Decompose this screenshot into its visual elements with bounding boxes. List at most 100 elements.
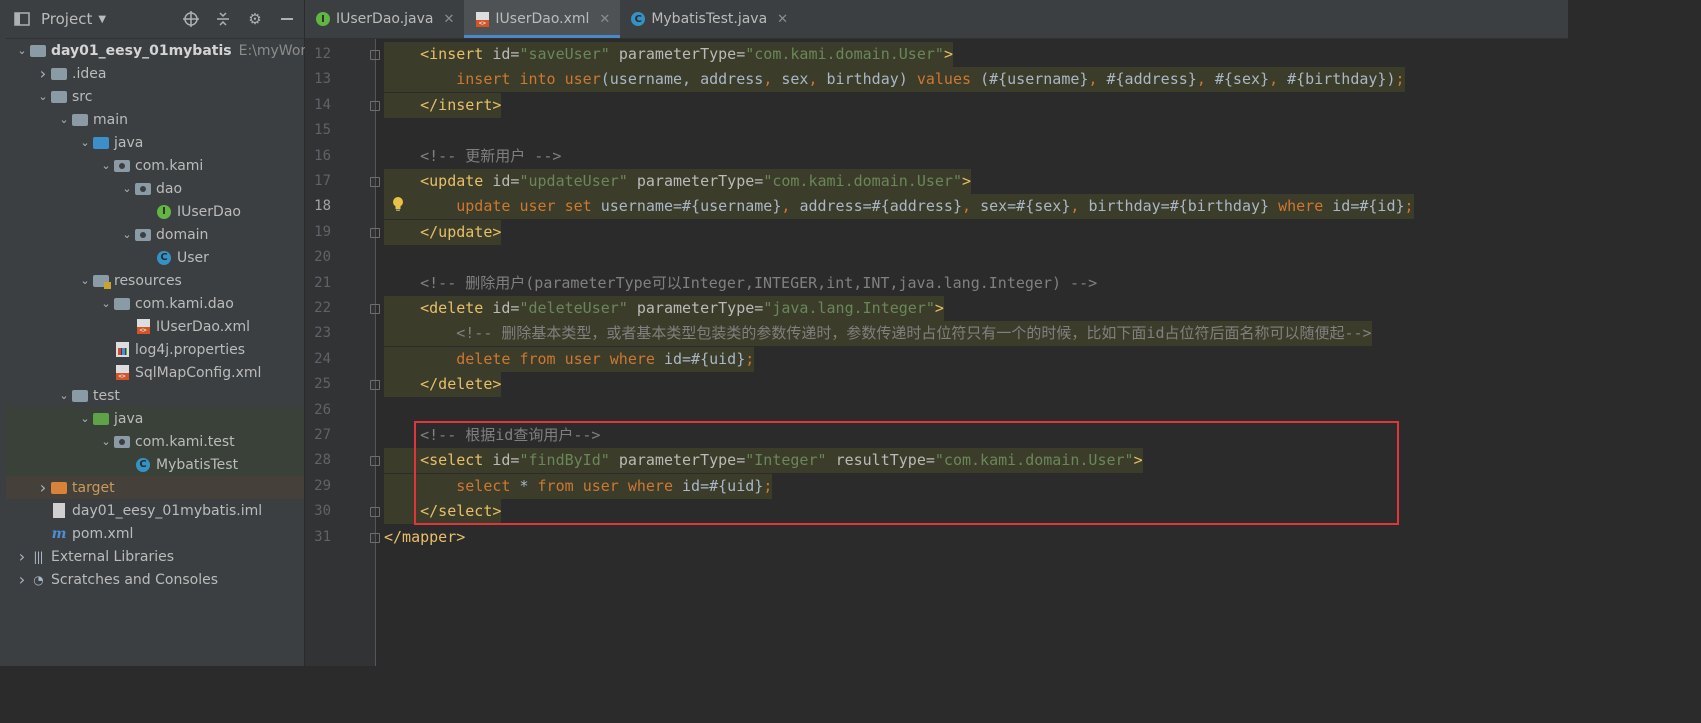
tree-item[interactable]: ⌄ src (6, 85, 304, 108)
chevron-right-icon[interactable]: › (35, 478, 51, 497)
tree-item[interactable]: m pom.xml (6, 522, 304, 545)
code-token: (username, address (600, 70, 764, 89)
tree-item[interactable]: ⌄ domain (6, 223, 304, 246)
tree-item[interactable]: › ||| External Libraries (6, 545, 304, 568)
fold-marker-icon[interactable] (370, 304, 380, 314)
tree-item[interactable]: ⌄ com.kami.test (6, 430, 304, 453)
code-line[interactable] (376, 245, 1568, 270)
tree-item[interactable]: ⌄ day01_eesy_01mybatis E:\myWork\V (6, 39, 328, 62)
tree-item[interactable]: SqlMapConfig.xml (6, 361, 304, 384)
code-text: <update id="updateUser" parameterType="c… (384, 169, 972, 194)
tree-item[interactable]: › target (6, 476, 304, 499)
code-line[interactable]: </insert> (376, 92, 1568, 118)
code-token: </delete> (420, 375, 502, 394)
tree-item[interactable]: ⌄ com.kami.dao (6, 292, 304, 315)
folder-icon (51, 66, 67, 82)
line-number: 31 (314, 528, 331, 545)
code-token: id=#{uid} (663, 349, 746, 368)
tree-item[interactable]: log4j.properties (6, 338, 304, 361)
fold-marker-icon[interactable] (370, 100, 380, 111)
locate-file-icon[interactable] (182, 10, 200, 28)
code-line[interactable]: delete from user where id=#{uid}; (376, 346, 1568, 372)
fold-marker-icon[interactable] (370, 507, 380, 518)
code-line[interactable]: <insert id="saveUser" parameterType="com… (376, 42, 1568, 67)
code-line[interactable]: </update> (376, 219, 1568, 245)
tree-item[interactable]: ⌄ resources (6, 269, 304, 292)
fold-marker-icon[interactable] (370, 532, 380, 543)
chevron-down-icon[interactable]: ⌄ (98, 296, 114, 312)
tree-item-label: java (114, 410, 144, 427)
chevron-down-icon[interactable]: ⌄ (35, 89, 51, 105)
fold-marker-icon[interactable] (370, 177, 380, 187)
code-line[interactable]: <!-- 更新用户 --> (376, 144, 1568, 169)
code-line[interactable]: insert into user(username, address, sex,… (376, 67, 1568, 93)
tree-item[interactable]: ⌄ com.kami (6, 154, 304, 177)
chevron-down-icon[interactable]: ⌄ (56, 388, 72, 404)
code-token: set (564, 197, 601, 216)
fold-marker-icon[interactable] (370, 227, 380, 238)
close-icon[interactable]: ✕ (599, 12, 610, 27)
tree-item[interactable]: day01_eesy_01mybatis.iml (6, 499, 304, 522)
tree-item[interactable]: C User (6, 246, 304, 269)
line-number: 20 (314, 249, 331, 266)
module-folder-icon (30, 43, 46, 59)
close-icon[interactable]: ✕ (777, 12, 788, 27)
editor-tab[interactable]: I IUserDao.java ✕ (305, 0, 464, 38)
tree-item[interactable]: ⌄ main (6, 108, 304, 131)
code-line[interactable]: <delete id="deleteUser" parameterType="j… (376, 296, 1568, 321)
chevron-down-icon[interactable]: ⌄ (14, 43, 30, 59)
code-line[interactable]: <update id="updateUser" parameterType="c… (376, 169, 1568, 194)
code-line[interactable] (376, 398, 1568, 423)
collapse-all-icon[interactable] (214, 10, 232, 28)
code-line[interactable]: <!-- 删除用户(parameterType可以Integer,INTEGER… (376, 271, 1568, 296)
chevron-down-icon[interactable]: ⌄ (98, 434, 114, 450)
code-line[interactable]: update user set username=#{username}, ad… (376, 194, 1568, 220)
tree-item-label: pom.xml (72, 525, 134, 542)
editor-tab[interactable]: C MybatisTest.java ✕ (620, 0, 798, 38)
line-number: 25 (314, 376, 331, 393)
tree-item[interactable]: ⌄ test (6, 384, 304, 407)
chevron-right-icon[interactable]: › (14, 570, 30, 589)
gear-icon[interactable]: ⚙ (246, 10, 264, 28)
tree-item-label: IUserDao.xml (156, 318, 250, 335)
tree-item-label: User (177, 249, 209, 266)
fold-marker-icon[interactable] (370, 456, 380, 467)
chevron-down-icon[interactable]: ⌄ (77, 411, 93, 427)
project-panel-title[interactable]: Project (41, 10, 92, 28)
tree-item[interactable]: C MybatisTest (6, 453, 304, 476)
lightbulb-icon[interactable] (392, 196, 404, 212)
code-line[interactable]: </delete> (376, 372, 1568, 398)
tree-item-label: main (93, 111, 128, 128)
tree-item[interactable]: ⌄ java (6, 131, 304, 154)
editor-tab[interactable]: IUserDao.xml ✕ (464, 0, 621, 38)
code-line[interactable]: </mapper> (376, 525, 1568, 550)
fold-marker-icon[interactable] (370, 380, 380, 391)
interface-icon: I (156, 204, 172, 220)
hide-panel-icon[interactable] (278, 10, 296, 28)
chevron-down-icon[interactable]: ⌄ (119, 227, 135, 243)
tree-item-label: target (72, 479, 115, 496)
tree-item[interactable]: I IUserDao (6, 200, 304, 223)
chevron-right-icon[interactable]: › (35, 64, 51, 83)
maven-icon: m (51, 525, 67, 542)
code-line[interactable]: <!-- 删除基本类型，或者基本类型包装类的参数传递时，参数传递时占位符只有一个… (376, 321, 1568, 347)
chevron-down-icon[interactable]: ⌄ (119, 181, 135, 197)
tree-item-label: src (72, 88, 93, 105)
tree-item[interactable]: › .idea (6, 62, 304, 85)
tree-item[interactable]: ⌄ java (6, 407, 304, 430)
code-token: > (943, 45, 953, 63)
code-editor[interactable]: <insert id="saveUser" parameterType="com… (376, 39, 1568, 666)
tree-item[interactable]: ⌄ dao (6, 177, 304, 200)
chevron-down-icon[interactable]: ⌄ (77, 273, 93, 289)
chevron-down-icon[interactable]: ⌄ (98, 158, 114, 174)
fold-marker-icon[interactable] (370, 50, 380, 60)
tree-item[interactable]: IUserDao.xml (6, 315, 304, 338)
chevron-down-icon[interactable]: ▼ (98, 14, 106, 25)
code-line[interactable] (376, 118, 1568, 143)
chevron-down-icon[interactable]: ⌄ (77, 135, 93, 151)
chevron-down-icon[interactable]: ⌄ (56, 112, 72, 128)
close-icon[interactable]: ✕ (444, 12, 455, 27)
chevron-right-icon[interactable]: › (14, 547, 30, 566)
tree-item[interactable]: › ◔ Scratches and Consoles (6, 568, 304, 591)
